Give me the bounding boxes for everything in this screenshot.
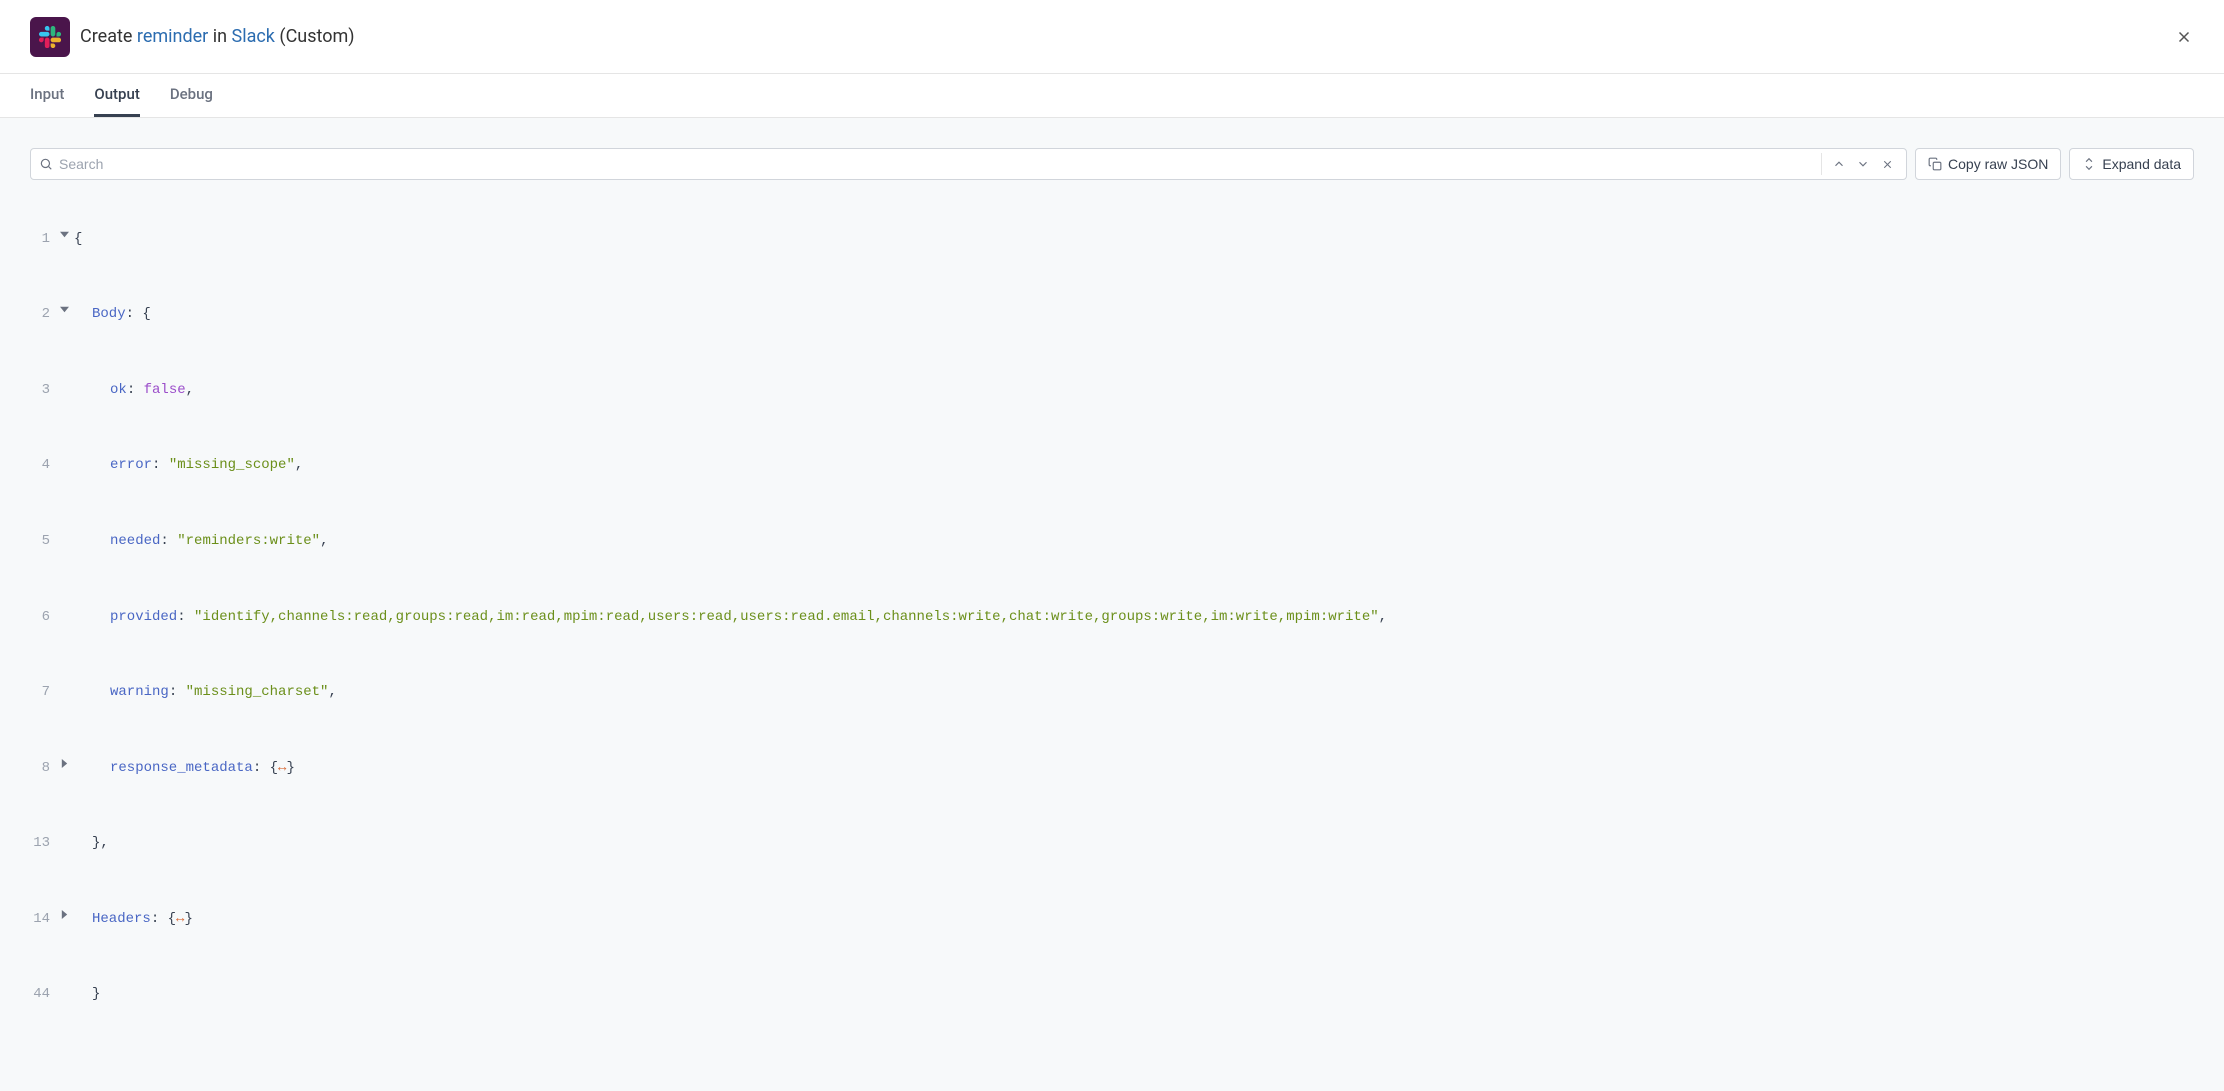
code-content[interactable]: Body: { bbox=[74, 305, 2194, 324]
title-prefix: Create bbox=[80, 26, 137, 47]
tab-debug[interactable]: Debug bbox=[170, 75, 213, 117]
collapsed-indicator[interactable]: ↔ bbox=[278, 760, 286, 776]
code-content[interactable]: response_metadata: {↔} bbox=[74, 759, 2194, 778]
json-line: 7 warning: "missing_charset", bbox=[30, 683, 2194, 702]
json-viewer: 1 { 2 Body: { 3 ok: false, 4 error: "mis… bbox=[30, 192, 2194, 1061]
json-line: 14 Headers: {↔} bbox=[30, 910, 2194, 929]
line-number: 8 bbox=[30, 759, 54, 778]
line-number: 7 bbox=[30, 683, 54, 702]
line-number: 6 bbox=[30, 608, 54, 627]
json-line: 1 { bbox=[30, 230, 2194, 249]
search-input[interactable] bbox=[59, 156, 1815, 172]
page-title: Create reminder in Slack (Custom) bbox=[80, 26, 355, 47]
copy-raw-json-label: Copy raw JSON bbox=[1948, 156, 2048, 172]
expand-data-label: Expand data bbox=[2102, 156, 2181, 172]
fold-toggle[interactable] bbox=[54, 305, 74, 314]
copy-raw-json-button[interactable]: Copy raw JSON bbox=[1915, 148, 2061, 180]
search-clear-button[interactable] bbox=[1876, 153, 1898, 175]
code-content[interactable]: { bbox=[74, 230, 2194, 249]
expand-icon bbox=[2082, 157, 2096, 171]
search-prev-button[interactable] bbox=[1828, 153, 1850, 175]
slack-logo-icon bbox=[39, 26, 61, 48]
caret-down-icon bbox=[60, 230, 69, 239]
json-line: 13 }, bbox=[30, 834, 2194, 853]
line-number: 44 bbox=[30, 985, 54, 1004]
search-nav-controls bbox=[1821, 153, 1898, 175]
code-content[interactable]: provided: "identify,channels:read,groups… bbox=[74, 608, 2194, 627]
search-field-wrap bbox=[30, 148, 1907, 180]
caret-right-icon bbox=[60, 759, 69, 768]
tab-output[interactable]: Output bbox=[94, 75, 139, 117]
line-number: 1 bbox=[30, 230, 54, 249]
title-slack-link[interactable]: Slack bbox=[232, 26, 275, 47]
collapsed-indicator[interactable]: ↔ bbox=[176, 911, 184, 927]
fold-toggle[interactable] bbox=[54, 910, 74, 919]
json-line: 5 needed: "reminders:write", bbox=[30, 532, 2194, 551]
copy-icon bbox=[1928, 157, 1942, 171]
line-number: 2 bbox=[30, 305, 54, 324]
code-content[interactable]: warning: "missing_charset", bbox=[74, 683, 2194, 702]
code-content[interactable]: Headers: {↔} bbox=[74, 910, 2194, 929]
tab-input[interactable]: Input bbox=[30, 75, 64, 117]
chevron-up-icon bbox=[1832, 157, 1846, 171]
header: Create reminder in Slack (Custom) bbox=[0, 0, 2224, 74]
line-number: 4 bbox=[30, 456, 54, 475]
code-content[interactable]: error: "missing_scope", bbox=[74, 456, 2194, 475]
line-number: 14 bbox=[30, 910, 54, 929]
code-content[interactable]: }, bbox=[74, 834, 2194, 853]
content-area: Copy raw JSON Expand data 1 { 2 Body: { … bbox=[0, 118, 2224, 1091]
caret-down-icon bbox=[60, 305, 69, 314]
fold-toggle[interactable] bbox=[54, 230, 74, 239]
chevron-down-icon bbox=[1856, 157, 1870, 171]
line-number: 3 bbox=[30, 381, 54, 400]
code-content[interactable]: } bbox=[74, 985, 2194, 1004]
json-line: 8 response_metadata: {↔} bbox=[30, 759, 2194, 778]
x-icon bbox=[1881, 158, 1894, 171]
json-line: 44 } bbox=[30, 985, 2194, 1004]
json-line: 2 Body: { bbox=[30, 305, 2194, 324]
search-next-button[interactable] bbox=[1852, 153, 1874, 175]
tabs: Input Output Debug bbox=[0, 74, 2224, 118]
fold-toggle[interactable] bbox=[54, 759, 74, 768]
caret-right-icon bbox=[60, 910, 69, 919]
title-suffix: (Custom) bbox=[275, 26, 355, 47]
expand-data-button[interactable]: Expand data bbox=[2069, 148, 2194, 180]
title-reminder-link[interactable]: reminder bbox=[137, 26, 208, 47]
title-mid: in bbox=[208, 26, 231, 47]
code-content[interactable]: needed: "reminders:write", bbox=[74, 532, 2194, 551]
json-line: 4 error: "missing_scope", bbox=[30, 456, 2194, 475]
line-number: 13 bbox=[30, 834, 54, 853]
slack-app-icon bbox=[30, 17, 70, 57]
json-line: 3 ok: false, bbox=[30, 381, 2194, 400]
close-icon bbox=[2175, 28, 2193, 46]
search-icon bbox=[39, 157, 53, 171]
close-button[interactable] bbox=[2172, 25, 2196, 49]
code-content[interactable]: ok: false, bbox=[74, 381, 2194, 400]
json-line: 6 provided: "identify,channels:read,grou… bbox=[30, 608, 2194, 627]
toolbar: Copy raw JSON Expand data bbox=[30, 148, 2194, 180]
line-number: 5 bbox=[30, 532, 54, 551]
